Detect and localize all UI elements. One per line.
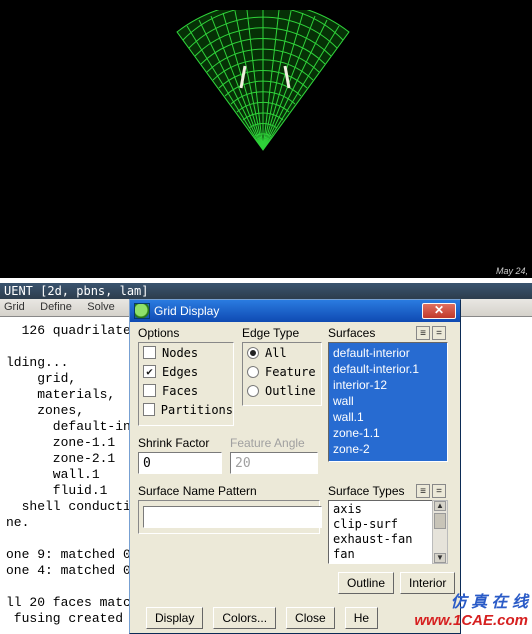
close-button[interactable]: Close — [286, 607, 335, 629]
shrink-factor-input[interactable] — [138, 452, 222, 474]
help-button[interactable]: He — [345, 607, 378, 629]
surfaces-listbox[interactable]: default-interior default-interior.1 inte… — [328, 342, 448, 462]
radio-feature[interactable] — [247, 366, 259, 378]
grid-display-dialog: Grid Display ✕ Options Nodes ✔ Edges Face… — [129, 299, 461, 634]
mesh-grid-icon — [145, 10, 381, 158]
checkbox-partitions[interactable] — [143, 403, 155, 416]
menu-grid[interactable]: Grid — [0, 299, 33, 313]
options-label: Options — [138, 326, 179, 340]
display-button[interactable]: Display — [146, 607, 203, 629]
surface-name-pattern-input[interactable] — [143, 506, 322, 528]
list-item[interactable]: interior-12 — [333, 377, 443, 393]
surfaces-deselect-icon[interactable]: = — [432, 326, 446, 340]
app-title: UENT [2d, pbns, lam] — [0, 283, 532, 299]
close-icon[interactable]: ✕ — [422, 303, 456, 319]
scroll-thumb[interactable] — [434, 513, 446, 529]
surface-types-label: Surface Types — [328, 484, 405, 498]
checkbox-nodes[interactable] — [143, 346, 156, 359]
list-item[interactable]: default-interior.1 — [333, 361, 443, 377]
edge-type-label: Edge Type — [242, 326, 299, 340]
list-item[interactable]: fan — [333, 547, 443, 562]
outline-button[interactable]: Outline — [338, 572, 394, 594]
surfaces-label: Surfaces — [328, 326, 375, 340]
render-viewport[interactable]: May 24, — [0, 0, 532, 278]
list-item[interactable]: wall — [333, 393, 443, 409]
list-item[interactable]: zone-2 — [333, 441, 443, 457]
stypes-deselect-icon[interactable]: = — [432, 484, 446, 498]
radio-outline-label: Outline — [265, 384, 316, 398]
scroll-down-icon[interactable]: ▼ — [434, 553, 446, 563]
edge-type-group: All Feature Outline — [242, 342, 322, 406]
list-item[interactable]: axis — [333, 502, 443, 517]
surface-types-listbox[interactable]: axis clip-surf exhaust-fan fan — [328, 500, 448, 564]
radio-all-label: All — [265, 346, 287, 360]
list-item[interactable]: wall.1 — [333, 409, 443, 425]
app-icon — [134, 303, 150, 319]
opt-faces: Faces — [162, 384, 198, 398]
interior-button[interactable]: Interior — [400, 572, 455, 594]
watermark: 仿 真 在 线 www.1CAE.com — [414, 594, 528, 630]
radio-feature-label: Feature — [265, 365, 316, 379]
options-group: Nodes ✔ Edges Faces Partitions — [138, 342, 234, 426]
list-item[interactable]: clip-surf — [333, 517, 443, 532]
feature-angle-input — [230, 452, 318, 474]
opt-edges: Edges — [162, 365, 198, 379]
stypes-select-all-icon[interactable]: ≡ — [416, 484, 430, 498]
surface-name-pattern-group: Match — [138, 500, 320, 534]
opt-nodes: Nodes — [162, 346, 198, 360]
checkbox-faces[interactable] — [143, 384, 156, 397]
checkbox-edges[interactable]: ✔ — [143, 365, 156, 378]
shrink-factor-label: Shrink Factor — [138, 436, 209, 450]
colors-button[interactable]: Colors... — [213, 607, 276, 629]
list-item[interactable]: zone-1.1 — [333, 425, 443, 441]
watermark-line1: 仿 真 在 线 — [414, 594, 528, 612]
list-item[interactable]: exhaust-fan — [333, 532, 443, 547]
menu-solve[interactable]: Solve — [83, 299, 123, 313]
feature-angle-label: Feature Angle — [230, 436, 305, 450]
scroll-up-icon[interactable]: ▲ — [434, 501, 446, 511]
watermark-line2: www.1CAE.com — [414, 612, 528, 630]
surfaces-select-all-icon[interactable]: ≡ — [416, 326, 430, 340]
dialog-title: Grid Display — [154, 304, 219, 318]
radio-outline[interactable] — [247, 385, 259, 397]
menu-define[interactable]: Define — [36, 299, 80, 313]
surface-name-pattern-label: Surface Name Pattern — [138, 484, 257, 498]
viewport-date: May 24, — [496, 266, 528, 276]
radio-all[interactable] — [247, 347, 259, 359]
list-item[interactable]: default-interior — [333, 345, 443, 361]
opt-partitions: Partitions — [161, 403, 233, 417]
dialog-titlebar[interactable]: Grid Display ✕ — [130, 300, 460, 322]
surface-types-scrollbar[interactable]: ▲ ▼ — [432, 500, 448, 564]
